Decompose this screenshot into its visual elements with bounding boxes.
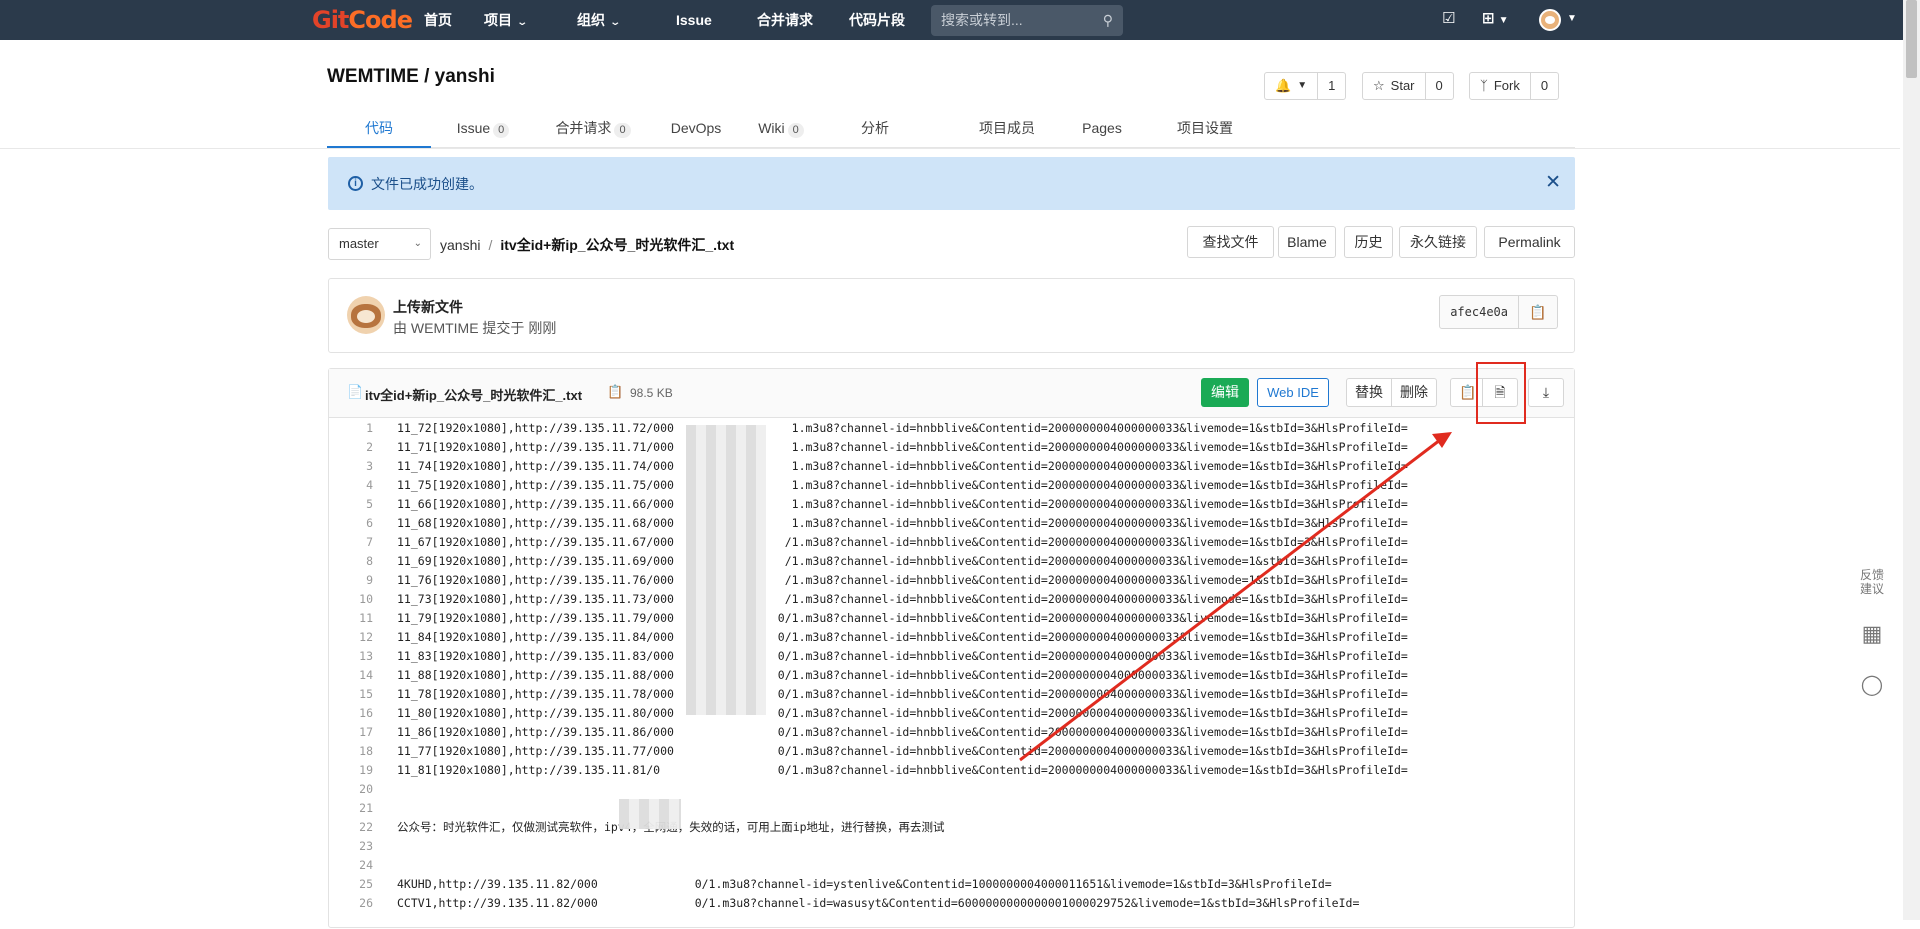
scrollbar[interactable] [1903, 0, 1920, 920]
qrcode-icon[interactable]: ▦ [1858, 622, 1886, 646]
annotation-arrow [1019, 432, 1452, 762]
feedback-button[interactable]: 反馈建议 [1858, 568, 1886, 596]
scrollbar-thumb[interactable] [1906, 0, 1917, 78]
headset-icon[interactable]: ◯ [1858, 674, 1886, 696]
